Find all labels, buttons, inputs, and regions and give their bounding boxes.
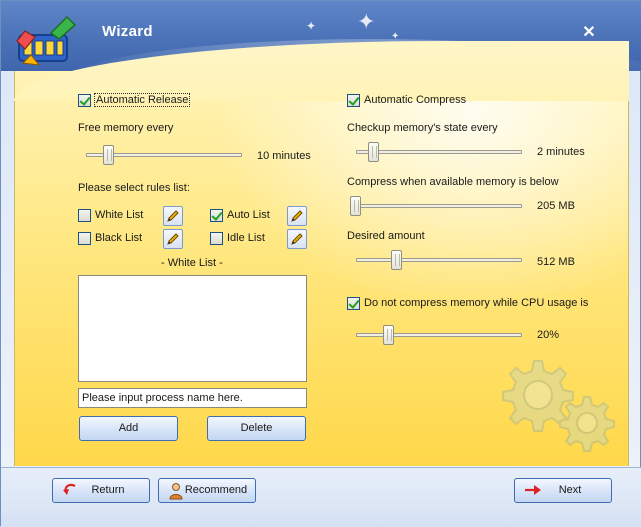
white-list-title: - White List - [161, 257, 223, 269]
white-list-checkbox[interactable] [78, 209, 91, 222]
cpu-usage-checkbox[interactable] [347, 297, 360, 310]
return-button[interactable]: Return [52, 478, 150, 503]
compress-when-slider-track[interactable] [356, 204, 522, 208]
edit-auto-list-button[interactable] [287, 206, 307, 226]
next-label: Next [558, 484, 582, 496]
checkup-label: Checkup memory's state every [347, 122, 498, 134]
free-memory-label: Free memory every [78, 122, 174, 134]
desired-amount-slider-track[interactable] [356, 258, 522, 262]
next-button[interactable]: Next [514, 478, 612, 503]
white-list-label: White List [95, 209, 144, 221]
edit-white-list-button[interactable] [163, 206, 183, 226]
rules-list-label: Please select rules list: [78, 182, 190, 194]
automatic-compress-label: Automatic Compress [364, 94, 467, 106]
compress-when-label: Compress when available memory is below [347, 176, 559, 188]
recommend-button[interactable]: Recommend [158, 478, 256, 503]
process-name-input[interactable] [78, 388, 307, 408]
pencil-icon [291, 233, 303, 245]
pencil-icon [167, 233, 179, 245]
automatic-compress-checkbox[interactable] [347, 94, 360, 107]
automatic-release-label: Automatic Release [94, 93, 191, 107]
close-button[interactable]: ✕ [578, 23, 600, 43]
return-label: Return [91, 484, 125, 496]
cpu-usage-value: 20% [537, 329, 560, 341]
cpu-usage-slider-thumb[interactable] [383, 325, 394, 345]
sparkle-icon: ✦ [357, 9, 376, 34]
pencil-icon [167, 210, 179, 222]
compress-when-slider-thumb[interactable] [350, 196, 361, 216]
automatic-release-checkbox[interactable] [78, 94, 91, 107]
idle-list-checkbox[interactable] [210, 232, 223, 245]
cpu-usage-slider-track[interactable] [356, 333, 522, 337]
auto-list-checkbox[interactable] [210, 209, 223, 222]
next-arrow-icon [525, 485, 541, 495]
compress-when-value: 205 MB [537, 200, 575, 212]
black-list-label: Black List [95, 232, 143, 244]
return-arrow-icon [63, 483, 76, 495]
wizard-window: ✦ ✦ ✦ Wizard ✕ Automatic Release Free me… [0, 0, 641, 527]
checkup-slider-thumb[interactable] [368, 142, 379, 162]
process-listbox[interactable] [78, 275, 307, 382]
black-list-checkbox[interactable] [78, 232, 91, 245]
add-button[interactable]: Add [79, 416, 178, 441]
window-title: Wizard [102, 23, 153, 40]
desired-amount-slider-thumb[interactable] [391, 250, 402, 270]
gears-watermark-icon [502, 360, 615, 452]
automatic-release-text: Automatic Release [94, 93, 191, 107]
person-icon [169, 483, 183, 500]
checkup-slider-track[interactable] [356, 150, 522, 154]
desired-amount-label: Desired amount [347, 230, 425, 242]
sparkle-icon: ✦ [306, 19, 317, 33]
idle-list-label: Idle List [227, 232, 265, 244]
auto-list-label: Auto List [227, 209, 270, 221]
delete-button[interactable]: Delete [207, 416, 306, 441]
free-memory-slider-thumb[interactable] [103, 145, 114, 165]
edit-black-list-button[interactable] [163, 229, 183, 249]
app-logo-icon [16, 15, 77, 66]
desired-amount-value: 512 MB [537, 256, 575, 268]
pencil-icon [291, 210, 303, 222]
free-memory-value: 10 minutes [257, 150, 311, 162]
cpu-usage-label: Do not compress memory while CPU usage i… [364, 297, 589, 309]
edit-idle-list-button[interactable] [287, 229, 307, 249]
checkup-value: 2 minutes [537, 146, 585, 158]
